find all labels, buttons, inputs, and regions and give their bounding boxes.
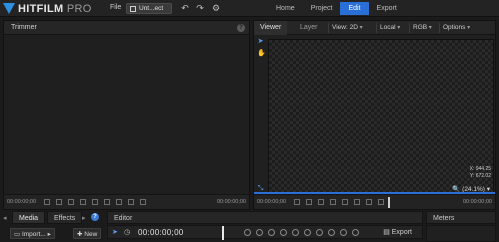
- tab-project[interactable]: Project: [303, 2, 341, 15]
- viewer-play-icon[interactable]: [354, 199, 360, 205]
- viewer-step-back-icon[interactable]: [342, 199, 348, 205]
- coord-x: X: 944.25: [469, 166, 491, 172]
- cursor-coordinates: X: 944.25 Y: 672.02: [470, 166, 491, 180]
- hand-pan-icon[interactable]: ✋: [257, 50, 266, 57]
- tab-media[interactable]: Media: [12, 211, 46, 224]
- trimmer-header: Trimmer ?: [4, 21, 249, 35]
- go-end-icon[interactable]: [128, 199, 134, 205]
- editor-title: Editor: [114, 215, 133, 222]
- viewer-canvas[interactable]: [268, 39, 494, 194]
- project-name-button[interactable]: Unt...ect: [126, 3, 172, 14]
- loop-icon[interactable]: [44, 199, 50, 205]
- viewer-tabs: Viewer Layer View: 2D Local RGB Options: [254, 21, 495, 35]
- editor-toolbar: ➤ ◷ 00:00:00;00 ▤ Export: [107, 225, 423, 240]
- scroll-right-icon[interactable]: ▸: [82, 214, 86, 222]
- scroll-left-icon[interactable]: ◂: [3, 214, 7, 222]
- play-icon[interactable]: [104, 199, 110, 205]
- media-help-icon[interactable]: ?: [91, 213, 99, 221]
- viewer-timecode-in: 00:00:00;00: [257, 199, 287, 205]
- meters-panel: [426, 225, 496, 242]
- logo-brand: HITFILM: [18, 2, 64, 15]
- editor-add-icon[interactable]: [292, 229, 299, 236]
- redo-icon[interactable]: ↷: [195, 3, 205, 14]
- volume-icon[interactable]: [140, 199, 146, 205]
- editor-next-icon[interactable]: [268, 229, 275, 236]
- editor-link-icon[interactable]: [328, 229, 335, 236]
- editor-snap-icon[interactable]: [316, 229, 323, 236]
- trimmer-transport: 00:00:00;00 00:00:00;00: [4, 194, 249, 209]
- logo-suffix: PRO: [66, 2, 92, 15]
- import-label: Import...: [21, 231, 46, 238]
- go-start-icon[interactable]: [80, 199, 86, 205]
- settings-gear-icon[interactable]: ⚙: [211, 3, 221, 14]
- options-dropdown[interactable]: Options: [439, 23, 473, 33]
- editor-clock-icon: ◷: [124, 229, 131, 236]
- viewer-mark-out-icon[interactable]: [318, 199, 324, 205]
- new-label: New: [84, 231, 98, 238]
- editor-go-start-icon[interactable]: [244, 229, 251, 236]
- import-button[interactable]: ▭ Import... ▸: [10, 228, 55, 239]
- save-icon: [130, 5, 136, 12]
- trimmer-body: [4, 35, 249, 209]
- editor-playhead[interactable]: [222, 226, 224, 240]
- help-icon[interactable]: ?: [237, 24, 245, 32]
- editor-ripple-icon[interactable]: [340, 229, 347, 236]
- editor-export-button[interactable]: ▤ Export: [383, 228, 412, 236]
- hitfilm-logo: HITFILM PRO: [3, 2, 92, 15]
- viewer-toolbar: ➤ ✋ ⤡: [255, 35, 266, 194]
- viewer-go-start-icon[interactable]: [330, 199, 336, 205]
- tab-export[interactable]: Export: [369, 2, 405, 15]
- viewer-loop-icon[interactable]: [294, 199, 300, 205]
- new-button[interactable]: ✚ New: [73, 228, 102, 239]
- viewer-step-forward-icon[interactable]: [366, 199, 372, 205]
- view-mode-dropdown[interactable]: View: 2D: [328, 23, 366, 33]
- viewer-panel: Viewer Layer View: 2D Local RGB Options …: [253, 20, 496, 210]
- viewer-go-end-icon[interactable]: [378, 199, 384, 205]
- select-arrow-icon[interactable]: ➤: [257, 38, 264, 45]
- main-tabs: Home Project Edit Export: [268, 2, 405, 15]
- bottom-panels: ◂ Media Effects ▸ ? ▭ Import... ▸ ✚ New …: [0, 211, 499, 242]
- space-dropdown[interactable]: Local: [376, 23, 403, 33]
- editor-zoom-icon[interactable]: [352, 229, 359, 236]
- mark-out-icon[interactable]: [68, 199, 74, 205]
- tab-layer[interactable]: Layer: [294, 21, 324, 35]
- resize-icon[interactable]: ⤡: [257, 185, 264, 192]
- coord-y: Y: 672.02: [469, 173, 491, 179]
- meters-header: Meters: [426, 211, 496, 224]
- editor-keyframe-icon[interactable]: [280, 229, 287, 236]
- editor-select-icon[interactable]: ➤: [112, 228, 118, 236]
- top-bar: HITFILM PRO File Unt...ect ↶ ↷ ⚙ Home Pr…: [0, 0, 499, 17]
- menu-file[interactable]: File: [110, 4, 121, 11]
- viewer-transport: 00:00:00;00 00:00:00;00: [254, 194, 495, 209]
- tab-effects[interactable]: Effects: [47, 211, 83, 224]
- trimmer-title: Trimmer: [11, 24, 37, 31]
- mark-in-icon[interactable]: [56, 199, 62, 205]
- meters-title: Meters: [433, 215, 455, 222]
- channel-dropdown[interactable]: RGB: [409, 23, 435, 33]
- trimmer-timecode-out: 00:00:00;00: [216, 199, 246, 205]
- step-forward-icon[interactable]: [116, 199, 122, 205]
- trimmer-panel: Trimmer ? 00:00:00;00 00:00:00;00: [3, 20, 250, 210]
- viewer-timecode-out: 00:00:00;00: [462, 199, 492, 205]
- undo-icon[interactable]: ↶: [180, 3, 190, 14]
- editor-slice-icon[interactable]: [304, 229, 311, 236]
- tab-viewer[interactable]: Viewer: [254, 21, 288, 35]
- editor-timecode: 00:00:00;00: [138, 228, 184, 237]
- step-back-icon[interactable]: [92, 199, 98, 205]
- tab-edit[interactable]: Edit: [340, 2, 369, 15]
- project-name: Unt...ect: [139, 5, 164, 12]
- viewer-mark-in-icon[interactable]: [306, 199, 312, 205]
- trimmer-timecode-in: 00:00:00;00: [7, 199, 37, 205]
- editor-export-label: Export: [391, 229, 412, 236]
- editor-prev-icon[interactable]: [256, 229, 263, 236]
- viewer-playhead[interactable]: [388, 197, 390, 208]
- tab-home[interactable]: Home: [268, 2, 303, 15]
- logo-triangle-icon: [3, 3, 15, 14]
- editor-header: Editor: [107, 211, 423, 224]
